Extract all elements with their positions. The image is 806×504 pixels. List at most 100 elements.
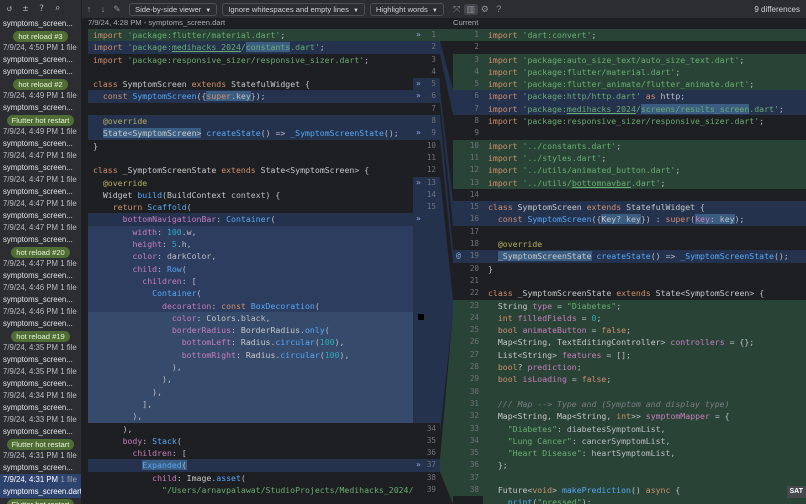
- history-entry[interactable]: symptoms_screen...: [0, 294, 81, 306]
- history-entry[interactable]: 7/9/24, 4:50 PM 1 file: [0, 42, 81, 54]
- history-entry[interactable]: symptoms_screen...: [0, 102, 81, 114]
- code-line: const SymptomScreen({Key? key}) : super(…: [483, 213, 806, 226]
- code-line: borderRadius: BorderRadius.only(: [88, 324, 413, 337]
- history-entry[interactable]: symptoms_screen...: [0, 270, 81, 282]
- history-entry[interactable]: 7/9/24, 4:47 PM 1 file: [0, 150, 81, 162]
- history-entry-text: 7/9/24, 4:35 PM 1 file: [3, 343, 77, 352]
- history-entry[interactable]: symptoms_screen...: [0, 18, 81, 30]
- whitespace-label: Ignore whitespaces and empty lines: [228, 4, 349, 14]
- history-entry[interactable]: 7/9/24, 4:33 PM 1 file: [0, 414, 81, 426]
- line-number: 32: [453, 410, 483, 423]
- history-entry[interactable]: symptoms_screen...: [0, 66, 81, 78]
- history-entry-text: 7/9/24, 4:33 PM 1 file: [3, 415, 77, 424]
- line-number: [413, 373, 440, 386]
- code-line: import 'package:medihacks_2024/constants…: [88, 41, 413, 54]
- history-entry[interactable]: 7/9/24, 4:31 PM 1 file: [0, 450, 81, 462]
- history-entry[interactable]: symptoms_screen...: [0, 186, 81, 198]
- history-entry-text: symptoms_screen...: [3, 67, 73, 76]
- history-entry[interactable]: symptoms_screen...: [0, 138, 81, 150]
- code-line: List<String> features = [];: [483, 348, 806, 362]
- viewer-dropdown[interactable]: Side-by-side viewer ▼: [129, 2, 218, 16]
- search-icon[interactable]: ⌕: [51, 4, 64, 14]
- history-entry[interactable]: 7/9/24, 4:49 PM 1 file: [0, 126, 81, 138]
- next-diff-icon[interactable]: ↓: [96, 4, 110, 14]
- history-entry[interactable]: symptoms_screen...: [0, 402, 81, 414]
- code-line: import 'dart:convert';: [483, 29, 806, 42]
- history-list: symptoms_screen... hot reload #3 7/9/24, 4…: [0, 18, 81, 504]
- line-number: 6: [453, 90, 483, 103]
- code-line: "Lung Cancer": cancerSymptomList,: [483, 434, 806, 448]
- settings-gear-icon[interactable]: ⚙: [478, 4, 492, 15]
- code-line: ),: [88, 385, 413, 398]
- right-editor[interactable]: import 'dart:convert'; import 'package:a…: [483, 29, 806, 504]
- highlight-dropdown[interactable]: Highlight words ▼: [369, 2, 444, 16]
- apply-change-icon[interactable]: »: [416, 29, 421, 41]
- code-line: import 'package:http/http.dart' as http;: [483, 90, 806, 103]
- history-entry[interactable]: symptoms_screen...: [0, 462, 81, 474]
- history-entry[interactable]: 7/9/24, 4:49 PM 1 file: [0, 90, 81, 102]
- apply-change-icon[interactable]: »: [416, 78, 421, 90]
- code-line: import '../constants.dart';: [483, 139, 806, 152]
- history-entry[interactable]: symptoms_screen...: [0, 378, 81, 390]
- side-by-side-icon[interactable]: ▥: [463, 3, 478, 15]
- help-icon[interactable]: ?: [35, 4, 48, 14]
- prev-diff-icon[interactable]: ↑: [82, 4, 96, 14]
- history-entry[interactable]: symptoms_screen...: [0, 426, 81, 438]
- line-number: 34: [453, 434, 483, 448]
- left-file-title: 7/9/24, 4:28 PM - symptoms_screen.dart: [88, 18, 226, 27]
- history-entry[interactable]: 7/9/24, 4:46 PM 1 file: [0, 306, 81, 318]
- edit-icon[interactable]: ✎: [110, 4, 124, 15]
- line-number: 37: [453, 471, 483, 484]
- history-entry[interactable]: 7/9/24, 4:31 PM 1 file: [0, 474, 81, 486]
- line-number: 7: [453, 102, 483, 116]
- left-editor[interactable]: import 'package:flutter/material.dart'; i…: [88, 29, 413, 504]
- apply-change-icon[interactable]: »: [416, 177, 421, 189]
- whitespace-dropdown[interactable]: Ignore whitespaces and empty lines ▼: [222, 2, 365, 16]
- highlight-label: Highlight words: [375, 4, 428, 14]
- history-entry[interactable]: symptoms_screen...: [0, 54, 81, 66]
- collapse-icon[interactable]: ⤧: [450, 4, 464, 15]
- history-entry[interactable]: symptoms_screen...: [0, 234, 81, 246]
- line-number: 3: [431, 54, 436, 64]
- code-line: bool animateButton = false;: [483, 324, 806, 337]
- history-entry[interactable]: 7/9/24, 4:47 PM 1 file: [0, 222, 81, 234]
- history-entry[interactable]: 7/9/24, 4:35 PM 1 file: [0, 342, 81, 354]
- apply-change-icon[interactable]: »: [416, 213, 421, 225]
- history-entry[interactable]: symptoms_screen.dart: [0, 486, 81, 498]
- patch-icon[interactable]: ±: [19, 4, 32, 14]
- history-entry[interactable]: symptoms_screen...: [0, 318, 81, 330]
- code-line: class SymptomScreen extends StatefulWidg…: [93, 79, 310, 90]
- history-entry[interactable]: symptoms_screen...: [0, 354, 81, 366]
- line-number: [413, 324, 440, 337]
- history-entry[interactable]: 7/9/24, 4:35 PM 1 file: [0, 366, 81, 378]
- apply-change-icon[interactable]: »: [416, 459, 421, 471]
- code-line: ),: [88, 361, 413, 374]
- revert-icon[interactable]: ↺: [3, 4, 16, 14]
- history-entry[interactable]: 7/9/24, 4:47 PM 1 file: [0, 174, 81, 186]
- apply-change-icon[interactable]: »: [416, 127, 421, 139]
- apply-change-icon[interactable]: »: [416, 90, 421, 102]
- history-entry[interactable]: 7/9/24, 4:46 PM 1 file: [0, 282, 81, 294]
- history-entry[interactable]: symptoms_screen...: [0, 210, 81, 222]
- diff-toolbar: ↑ ↓ ✎ Side-by-side viewer ▼ Ignore whites…: [82, 0, 806, 18]
- code-line: import '../styles.dart';: [483, 151, 806, 165]
- code-line: bool isLoading = false;: [483, 373, 806, 386]
- line-number: 7: [431, 103, 436, 113]
- badge-text: hot reload #19: [11, 330, 70, 342]
- line-number: 35: [453, 447, 483, 460]
- line-number: 28: [453, 361, 483, 374]
- history-entry-text: symptoms_screen...: [3, 319, 73, 328]
- history-entry[interactable]: 7/9/24, 4:34 PM 1 file: [0, 390, 81, 402]
- line-number: [413, 361, 440, 374]
- history-entry[interactable]: 7/9/24, 4:47 PM 1 file: [0, 198, 81, 210]
- override-marker-icon[interactable]: @: [456, 250, 461, 262]
- history-entry[interactable]: symptoms_screen...: [0, 162, 81, 174]
- line-number: [413, 348, 440, 362]
- help-icon[interactable]: ?: [492, 4, 506, 14]
- code-line: import 'package:flutter_animate/flutter_…: [483, 78, 806, 91]
- history-entry[interactable]: 7/9/24, 4:47 PM 1 file: [0, 258, 81, 270]
